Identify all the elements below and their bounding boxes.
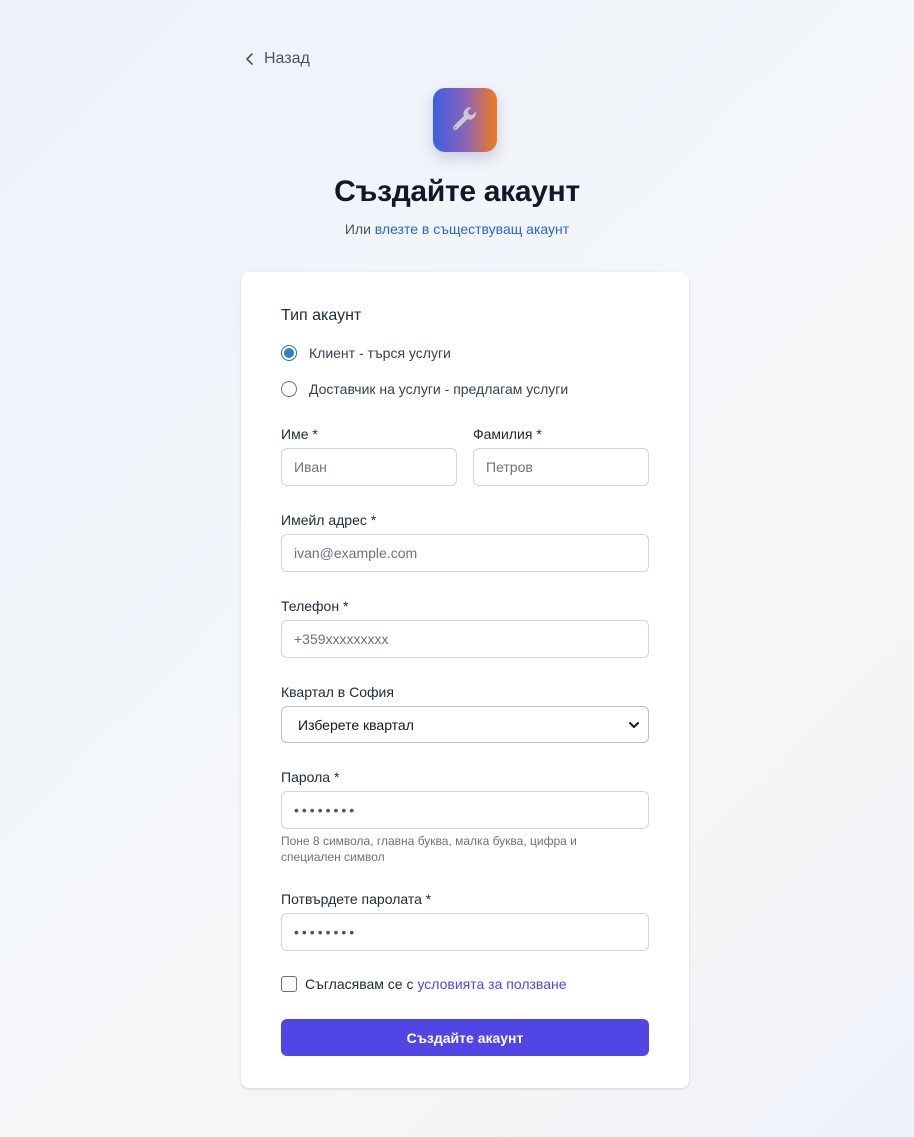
last-name-input[interactable] <box>473 448 649 486</box>
radio-client-control[interactable] <box>281 345 297 361</box>
last-name-label: Фамилия * <box>473 426 542 442</box>
confirm-password-label: Потвърдете паролата * <box>281 891 432 907</box>
radio-provider[interactable]: Доставчик на услуги - предлагам услуги <box>281 381 568 397</box>
page-subtitle: Или влезте в съществуващ акаунт <box>0 221 914 237</box>
first-name-label: Име * <box>281 426 318 442</box>
confirm-password-input[interactable]: •••••••• <box>281 913 649 951</box>
chevron-left-icon <box>246 53 253 65</box>
page-title: Създайте акаунт <box>334 175 580 208</box>
terms-link[interactable]: условията за ползване <box>417 976 566 992</box>
password-hint: Поне 8 символа, главна буква, малка букв… <box>281 834 577 864</box>
subtitle-prefix: Или <box>344 221 371 237</box>
password-input[interactable]: •••••••• <box>281 791 649 829</box>
phone-input[interactable] <box>281 620 649 658</box>
radio-client-label: Клиент - търся услуги <box>309 345 451 361</box>
radio-provider-label: Доставчик на услуги - предлагам услуги <box>309 381 569 397</box>
radio-provider-control[interactable] <box>281 381 297 397</box>
first-name-input[interactable] <box>281 448 457 486</box>
wrench-icon <box>453 107 476 131</box>
phone-label: Телефон * <box>281 598 349 614</box>
terms-prefix: Съгласявам се с <box>305 976 414 992</box>
account-type-label: Тип акаунт <box>281 307 362 324</box>
password-mask: •••••••• <box>294 802 358 818</box>
district-label: Квартал в София <box>281 684 394 700</box>
create-account-button[interactable]: Създайте акаунт <box>281 1019 649 1056</box>
password-label: Парола * <box>281 769 340 785</box>
terms-row: Съгласявам се с условията за ползване <box>281 976 567 992</box>
district-select[interactable]: Изберете квартал <box>281 706 649 743</box>
chevron-down-icon <box>629 721 639 728</box>
email-input[interactable] <box>281 534 649 572</box>
district-select-value: Изберете квартал <box>298 716 414 733</box>
signup-card: Тип акаунт Клиент - търся услуги Доставч… <box>241 272 689 1088</box>
login-link[interactable]: влезте в съществуващ акаунт <box>375 221 569 237</box>
back-link[interactable]: Назад <box>244 50 310 68</box>
confirm-password-mask: •••••••• <box>294 924 358 940</box>
email-label: Имейл адрес * <box>281 512 377 528</box>
terms-checkbox[interactable] <box>281 976 297 992</box>
radio-client[interactable]: Клиент - търся услуги <box>281 345 451 361</box>
app-logo <box>433 88 497 152</box>
back-label: Назад <box>264 50 310 67</box>
